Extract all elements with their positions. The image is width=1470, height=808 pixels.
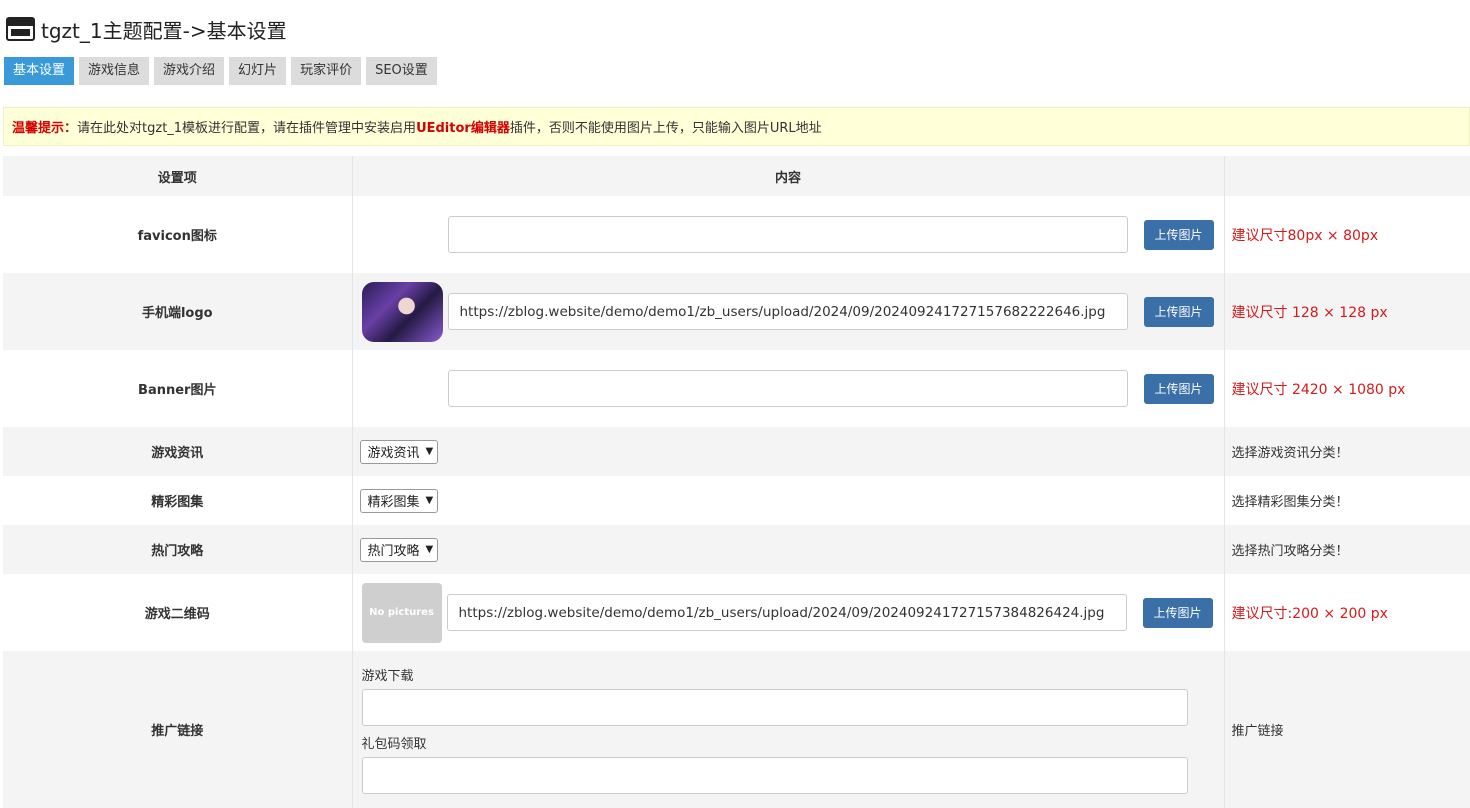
gallery-category-select[interactable]: 精彩图集 ▼ (359, 488, 439, 513)
download-link-label: 游戏下载 (361, 668, 414, 684)
table-row-banner: Banner图片 上传图片 建议尺寸 2420 × 1080 px (3, 350, 1470, 427)
game-news-hint: 选择游戏资讯分类！ (1231, 446, 1349, 461)
favicon-size-hint: 建议尺寸80px × 80px (1231, 227, 1379, 244)
table-row-qrcode: 游戏二维码 No pictures 上传图片 建议尺寸:200 × 200 px (3, 574, 1470, 651)
chevron-down-icon: ▼ (425, 446, 434, 457)
notice-text-2: 插件，否则不能使用图片上传，只能输入图片URL地址 (509, 121, 822, 136)
image-preview-empty (362, 359, 443, 419)
qrcode-upload-button[interactable]: 上传图片 (1142, 597, 1213, 628)
tab-seo-settings[interactable]: SEO设置 (366, 57, 437, 85)
table-row-game-news: 游戏资讯 游戏资讯 ▼ 选择游戏资讯分类！ (3, 427, 1470, 476)
table-row-guides: 热门攻略 热门攻略 ▼ 选择热门攻略分类！ (3, 525, 1470, 574)
table-row-favicon: favicon图标 上传图片 建议尺寸80px × 80px (3, 196, 1470, 273)
page-header: tgzt_1主题配置->基本设置 (6, 14, 287, 44)
gift-code-link-input[interactable] (361, 756, 1188, 794)
notice-banner: 温馨提示： 请在此处对tgzt_1模板进行配置，请在插件管理中安装启用 UEdi… (3, 107, 1470, 146)
gallery-hint: 选择精彩图集分类！ (1231, 495, 1349, 510)
window-icon (6, 17, 35, 41)
row-label: 游戏资讯 (3, 427, 353, 476)
select-value: 精彩图集 (367, 495, 420, 510)
row-label: 热门攻略 (3, 525, 353, 574)
notice-highlight: UEditor编辑器 (416, 121, 510, 136)
column-header-note (1224, 156, 1470, 196)
mobile-logo-size-hint: 建议尺寸 128 × 128 px (1231, 304, 1388, 321)
banner-url-input[interactable] (447, 370, 1128, 407)
row-label: 手机端logo (3, 273, 353, 350)
no-pictures-placeholder: No pictures (361, 582, 442, 643)
tab-game-info[interactable]: 游戏信息 (79, 57, 150, 85)
page-title: tgzt_1主题配置->基本设置 (41, 18, 287, 43)
settings-table: 设置项 内容 favicon图标 上传图片 建议尺寸80px × 80px 手机… (3, 156, 1470, 808)
logo-preview-image (361, 281, 443, 342)
select-value: 游戏资讯 (367, 446, 420, 461)
qrcode-size-hint: 建议尺寸:200 × 200 px (1231, 605, 1388, 622)
qrcode-url-input[interactable] (446, 594, 1127, 631)
column-header-setting: 设置项 (3, 156, 353, 196)
gift-code-link-label: 礼包码领取 (361, 736, 427, 752)
banner-upload-button[interactable]: 上传图片 (1143, 373, 1214, 404)
guides-hint: 选择热门攻略分类！ (1231, 544, 1349, 559)
notice-prefix: 温馨提示： (12, 121, 78, 136)
image-preview-empty (362, 205, 443, 265)
table-row-promo-links: 推广链接 游戏下载 礼包码领取 推广链接 (3, 651, 1470, 808)
tab-player-reviews[interactable]: 玩家评价 (291, 57, 362, 85)
row-label: 游戏二维码 (3, 574, 353, 651)
promo-hint: 推广链接 (1231, 724, 1284, 739)
tab-slideshow[interactable]: 幻灯片 (229, 57, 287, 85)
game-news-category-select[interactable]: 游戏资讯 ▼ (359, 439, 439, 464)
tab-game-intro[interactable]: 游戏介绍 (154, 57, 225, 85)
guides-category-select[interactable]: 热门攻略 ▼ (359, 537, 439, 562)
select-value: 热门攻略 (367, 544, 420, 559)
mobile-logo-url-input[interactable] (447, 293, 1128, 330)
column-header-content: 内容 (352, 156, 1225, 196)
row-label: favicon图标 (3, 196, 353, 273)
favicon-url-input[interactable] (447, 216, 1128, 253)
favicon-upload-button[interactable]: 上传图片 (1143, 219, 1214, 250)
tab-basic-settings[interactable]: 基本设置 (4, 57, 75, 85)
row-label: Banner图片 (3, 350, 353, 427)
chevron-down-icon: ▼ (425, 495, 434, 506)
notice-text-1: 请在此处对tgzt_1模板进行配置，请在插件管理中安装启用 (77, 121, 417, 136)
banner-size-hint: 建议尺寸 2420 × 1080 px (1231, 381, 1406, 398)
row-label: 推广链接 (3, 651, 353, 808)
tab-bar: 基本设置 游戏信息 游戏介绍 幻灯片 玩家评价 SEO设置 (4, 57, 437, 85)
table-row-gallery: 精彩图集 精彩图集 ▼ 选择精彩图集分类！ (3, 476, 1470, 525)
table-header-row: 设置项 内容 (3, 156, 1470, 196)
table-row-mobile-logo: 手机端logo 上传图片 建议尺寸 128 × 128 px (3, 273, 1470, 350)
mobile-logo-upload-button[interactable]: 上传图片 (1143, 296, 1214, 327)
chevron-down-icon: ▼ (425, 544, 434, 555)
download-link-input[interactable] (361, 688, 1188, 726)
row-label: 精彩图集 (3, 476, 353, 525)
